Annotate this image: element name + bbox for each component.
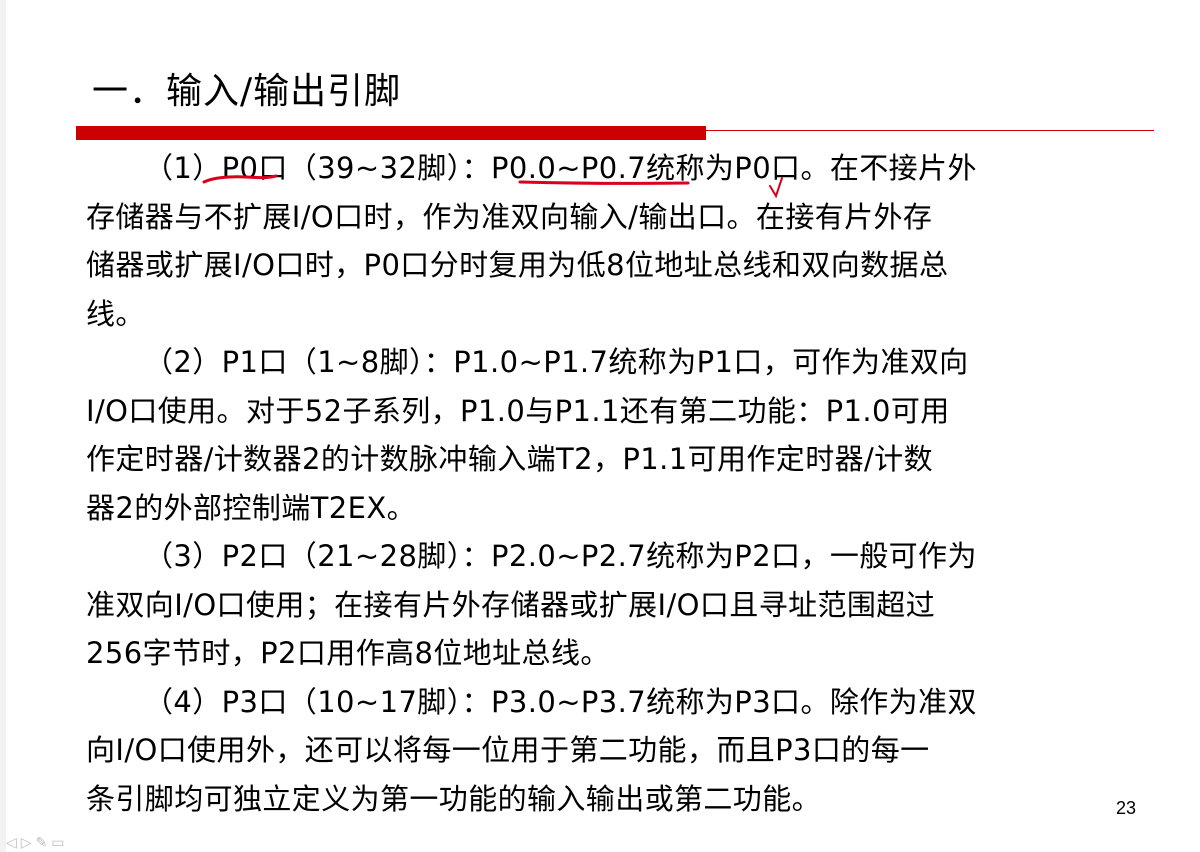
menu-icon[interactable]: ▭ (51, 835, 68, 851)
slide-left-edge (0, 0, 6, 852)
paragraph-line: I/O口使用。对于52子系列，P1.0与P1.1还有第二功能：P1.0可用 (86, 393, 950, 428)
page-number: 23 (1116, 798, 1137, 818)
paragraph-p0: （1）P0口（39~32脚）：P0.0~P0.7统称为P0口。在不接片外 存储器… (86, 144, 1086, 338)
back-icon[interactable]: ◁ (6, 835, 21, 851)
paragraph-line: 准双向I/O口使用；在接有片外存储器或扩展I/O口且寻址范围超过 (86, 587, 936, 622)
slide-content: （1）P0口（39~32脚）：P0.0~P0.7统称为P0口。在不接片外 存储器… (86, 144, 1086, 823)
title-underline-line (706, 130, 1154, 131)
pen-icon[interactable]: ✎ (36, 835, 52, 851)
slide-title: 一．输入/输出引脚 (92, 71, 402, 112)
slideshow-toolbar[interactable]: ◁▷✎▭ (0, 834, 186, 852)
paragraph-line: 256字节时，P2口用作高8位地址总线。 (86, 636, 610, 670)
paragraph-line: （1）P0口（39~32脚）：P0.0~P0.7统称为P0口。在不接片外 (144, 151, 977, 185)
paragraph-line: 存储器与不扩展I/O口时，作为准双向输入/输出口。在接有片外存 (86, 199, 933, 234)
paragraph-p2: （3）P2口（21~28脚）：P2.0~P2.7统称为P2口，一般可作为 准双向… (86, 532, 1086, 678)
title-underline-bar (76, 126, 706, 140)
paragraph-line: （3）P2口（21~28脚）：P2.0~P2.7统称为P2口，一般可作为 (144, 539, 977, 573)
paragraph-line: 作定时器/计数器2的计数脉冲输入端T2，P1.1可用作定时器/计数 (86, 442, 933, 476)
forward-icon[interactable]: ▷ (21, 835, 36, 851)
paragraph-line: （2）P1口（1~8脚）：P1.0~P1.7统称为P1口，可作为准双向 (144, 345, 969, 379)
paragraph-line: 器2的外部控制端T2EX。 (86, 490, 417, 525)
paragraph-line: 线。 (86, 296, 145, 331)
paragraph-p3: （4）P3口（10~17脚）：P3.0~P3.7统称为P3口。除作为准双 向I/… (86, 678, 1086, 824)
paragraph-line: 储器或扩展I/O口时，P0口分时复用为低8位地址总线和双向数据总 (86, 248, 949, 282)
slide: 一．输入/输出引脚 （1）P0口（39~32脚）：P0.0~P0.7统称为P0口… (0, 0, 1200, 852)
paragraph-line: 条引脚均可独立定义为第一功能的输入输出或第二功能。 (86, 781, 822, 816)
paragraph-line: （4）P3口（10~17脚）：P3.0~P3.7统称为P3口。除作为准双 (144, 684, 977, 719)
paragraph-line: 向I/O口使用外，还可以将每一位用于第二功能，而且P3口的每一 (86, 733, 930, 767)
paragraph-p1: （2）P1口（1~8脚）：P1.0~P1.7统称为P1口，可作为准双向 I/O口… (86, 338, 1086, 532)
